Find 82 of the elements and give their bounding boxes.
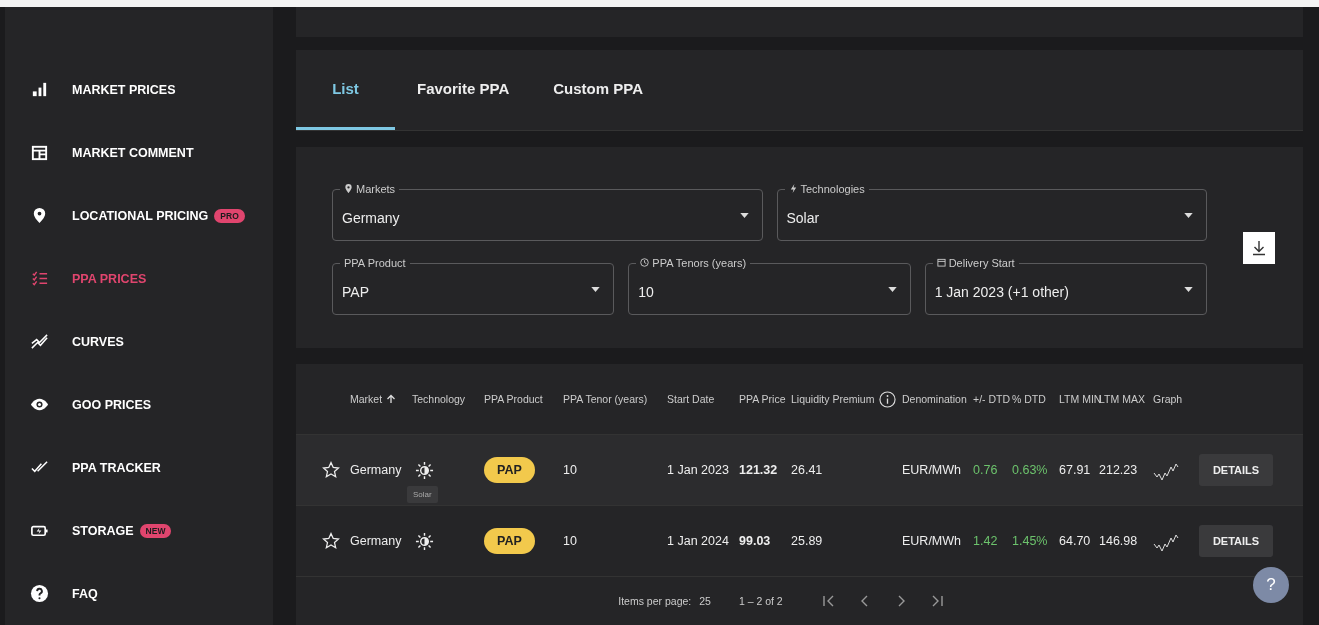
select-field[interactable]: Markets Germany [332,180,763,241]
tab[interactable]: List [296,49,395,131]
calendar-icon [30,143,49,162]
product-badge: PAP [484,528,535,554]
sidebar-item[interactable]: STORAGE NEW [5,499,273,562]
table-cell-text: 212.23 [1099,463,1139,477]
table-cell-text: Germany [350,534,403,548]
column-header: PPA Price [739,393,787,405]
calendar-icon [936,258,946,268]
column-header: Start Date [667,393,716,405]
table-cell-text: Germany [350,463,403,477]
column-header: Liquidity Premium [791,390,902,408]
items-per-page-select[interactable]: 25 [699,595,711,607]
select-field[interactable]: Technologies Solar [776,180,1207,241]
bar-chart-icon [30,80,49,99]
download-button[interactable] [1243,231,1275,264]
table-cell-text: 10 [563,463,578,477]
column-header: % DTD [1012,393,1047,405]
trend-lines-icon [30,332,49,351]
table-cell-text: 1.42 [973,534,999,548]
sidebar-item[interactable]: GOO PRICES [5,373,273,436]
checklist-icon [30,269,49,288]
nav-badge: PRO [214,208,245,223]
sort-arrow-icon [386,394,397,404]
nav-badge: NEW [139,523,172,538]
column-header: Graph [1153,393,1184,405]
table-cell-text: 1 Jan 2024 [667,534,730,548]
select-field[interactable]: PPA Tenors (years) 10 [628,254,911,315]
column-header: LTM MAX [1099,393,1146,405]
items-per-page-label: Items per page: [618,595,692,607]
caret-icon [1184,286,1193,292]
sidebar-item[interactable]: MARKET PRICES [5,58,273,121]
clock-icon [640,258,650,268]
sidebar-item[interactable]: PPA TRACKER [5,436,273,499]
details-button[interactable]: DETAILS [1199,525,1273,557]
tab[interactable]: Custom PPA [531,49,665,131]
help-icon [30,584,49,603]
star-icon[interactable] [322,532,340,550]
table-cell-text: 1 Jan 2023 [667,463,730,477]
table-cell-text: 99.03 [739,534,772,548]
details-button[interactable]: DETAILS [1199,454,1273,486]
caret-icon [739,212,749,218]
table-cell-text: 0.63% [1012,463,1049,477]
select-field[interactable]: PPA Product PAP [332,254,615,315]
bolt-icon [788,184,798,194]
sidebar-item[interactable]: FAQ [5,562,273,625]
map-pin-icon [344,184,353,194]
table-cell-text: EUR/MWh [902,534,963,548]
sidebar-item[interactable]: CURVES [5,310,273,373]
product-badge: PAP [484,457,535,483]
caret-icon [1184,212,1193,218]
column-header: Denomination [902,393,968,405]
sidebar-item[interactable]: MARKET COMMENT [5,121,273,184]
page-range: 1 – 2 of 2 [738,595,783,607]
table-cell-text: 121.32 [739,463,779,477]
star-icon[interactable] [322,461,340,479]
table-cell-text: 1.45% [1012,534,1049,548]
table-cell-text: 26.41 [791,463,824,477]
download-icon [1251,239,1267,256]
table-cell-text: 25.89 [791,534,824,548]
table-cell-text: 0.76 [973,463,999,477]
column-header: PPA Product [484,393,544,405]
column-header[interactable]: Market [350,393,412,405]
column-header: +/- DTD [973,393,1012,405]
column-header: Technology [412,393,467,405]
sun-icon [415,531,434,551]
table-cell-text: 10 [563,534,578,548]
sidebar-item[interactable]: PPA PRICES [5,247,273,310]
sun-icon [415,460,434,480]
table-cell-text: 67.91 [1059,463,1092,477]
column-header: PPA Tenor (years) [563,393,649,405]
table-cell-text: EUR/MWh [902,463,963,477]
table-cell-text: 64.70 [1059,534,1092,548]
tab[interactable]: Favorite PPA [395,49,532,131]
table-cell-text: 146.98 [1099,534,1139,548]
select-field[interactable]: Delivery Start 1 Jan 2023 (+1 other) [924,254,1207,315]
sidebar-item[interactable]: LOCATIONAL PRICING PRO [5,184,273,247]
tooltip: Solar [407,485,438,503]
column-header: LTM MIN [1059,393,1099,405]
caret-icon [591,286,601,292]
info-icon[interactable] [879,390,897,408]
caret-icon [887,286,897,292]
